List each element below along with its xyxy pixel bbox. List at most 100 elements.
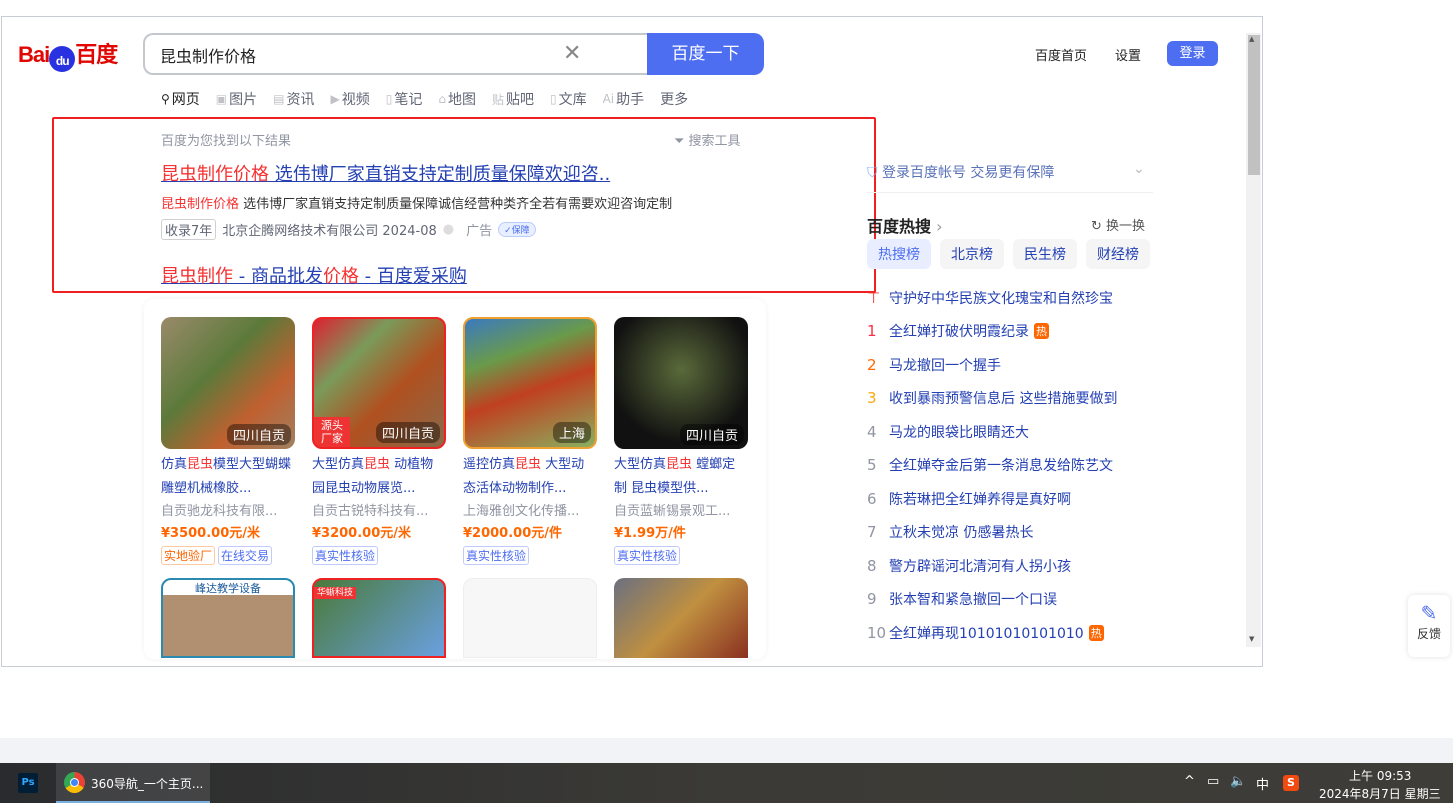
hot-title: 全红婵夺金后第一条消息发给陈艺文	[889, 458, 1113, 475]
product-image: 源头厂家 四川自贡	[312, 317, 446, 449]
tab-assistant[interactable]: Ai 助手	[603, 89, 645, 109]
product-image: 上海	[463, 317, 597, 449]
video-icon: ▶	[330, 92, 340, 106]
tab-notes[interactable]: ▯ 笔记	[386, 89, 423, 109]
tab-livelihood[interactable]: 民生榜	[1013, 239, 1077, 269]
hot-rank: 4	[867, 422, 877, 441]
hot-rank: 2	[867, 355, 877, 374]
product-image[interactable]: 华蜥科技	[312, 578, 446, 658]
hot-item[interactable]: 1 全红婵打破伏明霞纪录热	[867, 315, 1167, 349]
scroll-up-icon[interactable]: ▲	[1249, 35, 1254, 43]
hot-title: 守护好中华民族文化瑰宝和自然珍宝	[889, 290, 1113, 307]
pin-icon: ⊤	[867, 288, 881, 307]
hot-rank: 5	[867, 456, 877, 475]
search-box: ✕	[143, 33, 649, 75]
hot-title: 马龙的眼袋比眼睛还大	[889, 424, 1029, 441]
settings-link[interactable]: 设置	[1115, 45, 1141, 64]
baidu-logo[interactable]: Bai du 百度	[18, 37, 118, 72]
hot-rank: 10	[867, 623, 887, 642]
product-image: 四川自贡	[614, 317, 748, 449]
search-button[interactable]: 百度一下	[647, 33, 764, 75]
product-image[interactable]	[614, 578, 748, 658]
hot-search-title[interactable]: 百度热搜 ›	[867, 213, 943, 237]
hot-item[interactable]: 2 马龙撤回一个握手	[867, 348, 1167, 382]
chevron-down-icon[interactable]: ⌄	[1133, 161, 1145, 177]
hot-title: 张本智和紧急撤回一个口误	[889, 592, 1057, 609]
hot-tabs: 热搜榜 北京榜 民生榜 财经榜	[867, 239, 1150, 269]
pen-icon: ✎	[1420, 601, 1438, 625]
tab-wenku[interactable]: ▯ 文库	[550, 89, 587, 109]
divider	[867, 192, 1153, 193]
hot-title: 警方辟谣河北清河有人拐小孩	[889, 558, 1071, 575]
home-link[interactable]: 百度首页	[1035, 45, 1087, 64]
photoshop-icon[interactable]: Ps	[18, 773, 38, 793]
tab-images[interactable]: ▣ 图片	[216, 89, 257, 109]
hot-item[interactable]: 5 全红婵夺金后第一条消息发给陈艺文	[867, 449, 1167, 483]
tieba-icon: 贴	[491, 92, 504, 107]
refresh-button[interactable]: ↻ 换一换	[1091, 215, 1145, 234]
hot-rank: 8	[867, 556, 877, 575]
tab-video[interactable]: ▶ 视频	[330, 89, 369, 109]
hot-item[interactable]: 4 马龙的眼袋比眼睛还大	[867, 415, 1167, 449]
hot-item[interactable]: ⊤ 守护好中华民族文化瑰宝和自然珍宝	[867, 281, 1167, 315]
network-icon[interactable]: ▭	[1207, 774, 1219, 789]
clear-icon[interactable]: ✕	[563, 41, 581, 66]
product-image: 四川自贡	[161, 317, 295, 449]
product-card[interactable]: 四川自贡 大型仿真昆虫 螳螂定制 昆虫模型供... 自贡蓝蜥锡景观工... ¥1…	[614, 317, 748, 565]
hot-item[interactable]: 10 全红婵再现10101010101010 热	[867, 616, 1167, 650]
scroll-down-icon[interactable]: ▼	[1249, 635, 1254, 643]
hot-rank: 3	[867, 389, 877, 408]
tab-map[interactable]: ⌂ 地图	[438, 89, 476, 109]
ime-indicator[interactable]: 中	[1256, 774, 1269, 793]
login-prompt[interactable]: ⛉ 登录百度帐号 交易更有保障	[867, 162, 1054, 182]
hot-item[interactable]: 3 收到暴雨预警信息后 这些措施要做到	[867, 382, 1167, 416]
tab-more[interactable]: 更多	[660, 89, 688, 109]
hot-item[interactable]: 7 立秋未觉凉 仍感暑热长	[867, 516, 1167, 550]
search-icon: ⚲	[161, 92, 170, 106]
page-gutter	[0, 738, 1428, 763]
product-image[interactable]: 峰达教学设备	[161, 578, 295, 658]
product-image[interactable]	[463, 578, 597, 658]
wenku-icon: ▯	[549, 92, 557, 106]
hot-rank: 1	[867, 322, 877, 341]
shield-icon: ⛉	[867, 165, 882, 181]
hot-rank: 9	[867, 590, 877, 609]
map-icon: ⌂	[438, 92, 446, 106]
tab-hot[interactable]: 热搜榜	[867, 239, 931, 269]
chevron-right-icon: ›	[931, 217, 943, 236]
feedback-button[interactable]: ✎ 反馈	[1408, 595, 1450, 657]
ai-icon: Ai	[602, 92, 615, 106]
hot-title: 陈若琳把全红婵养得是真好啊	[889, 491, 1071, 508]
sogou-icon[interactable]: S	[1283, 775, 1299, 791]
image-icon: ▣	[215, 92, 228, 106]
product-card[interactable]: 源头厂家 四川自贡 大型仿真昆虫 动植物园昆虫动物展览... 自贡古锐特科技有..…	[312, 317, 446, 565]
taskbar-chrome[interactable]: 360导航_一个主页...	[56, 763, 210, 803]
tab-beijing[interactable]: 北京榜	[940, 239, 1004, 269]
hot-rank: 7	[867, 523, 877, 542]
hot-list: ⊤ 守护好中华民族文化瑰宝和自然珍宝 1 全红婵打破伏明霞纪录热 2 马龙撤回一个握手 3 收…	[867, 281, 1167, 650]
notes-icon: ▯	[385, 92, 393, 106]
hot-badge: 热	[1088, 624, 1104, 641]
hot-title: 全红婵再现10101010101010	[889, 625, 1084, 642]
hot-item[interactable]: 9 张本智和紧急撤回一个口误	[867, 583, 1167, 617]
hot-title: 马龙撤回一个握手	[889, 357, 1001, 374]
scrollbar-thumb[interactable]	[1248, 35, 1260, 175]
hot-rank: 6	[867, 489, 877, 508]
search-input[interactable]	[160, 45, 540, 64]
clock-date[interactable]: 2024年8月7日 星期三	[1319, 785, 1441, 802]
product-card[interactable]: 四川自贡 仿真昆虫模型大型蝴蝶雕塑机械橡胶... 自贡驰龙科技有限... ¥35…	[161, 317, 295, 565]
hot-title: 收到暴雨预警信息后 这些措施要做到	[889, 391, 1118, 408]
hot-item[interactable]: 8 警方辟谣河北清河有人拐小孩	[867, 549, 1167, 583]
volume-icon[interactable]: 🔈	[1230, 774, 1246, 789]
login-button[interactable]: 登录	[1167, 41, 1218, 66]
tab-finance[interactable]: 财经榜	[1086, 239, 1150, 269]
tab-tieba[interactable]: 贴贴吧	[492, 89, 534, 109]
clock-time[interactable]: 上午 09:53	[1349, 767, 1411, 784]
hot-item[interactable]: 6 陈若琳把全红婵养得是真好啊	[867, 482, 1167, 516]
product-card[interactable]: 上海 遥控仿真昆虫 大型动态活体动物制作... 上海雅创文化传播... ¥200…	[463, 317, 597, 565]
tab-news[interactable]: ▤ 资讯	[273, 89, 314, 109]
tab-web[interactable]: ⚲ 网页	[161, 89, 200, 109]
tray-chevron-icon[interactable]: ^	[1184, 774, 1195, 789]
news-icon: ▤	[273, 92, 285, 106]
hot-badge: 热	[1034, 323, 1049, 340]
